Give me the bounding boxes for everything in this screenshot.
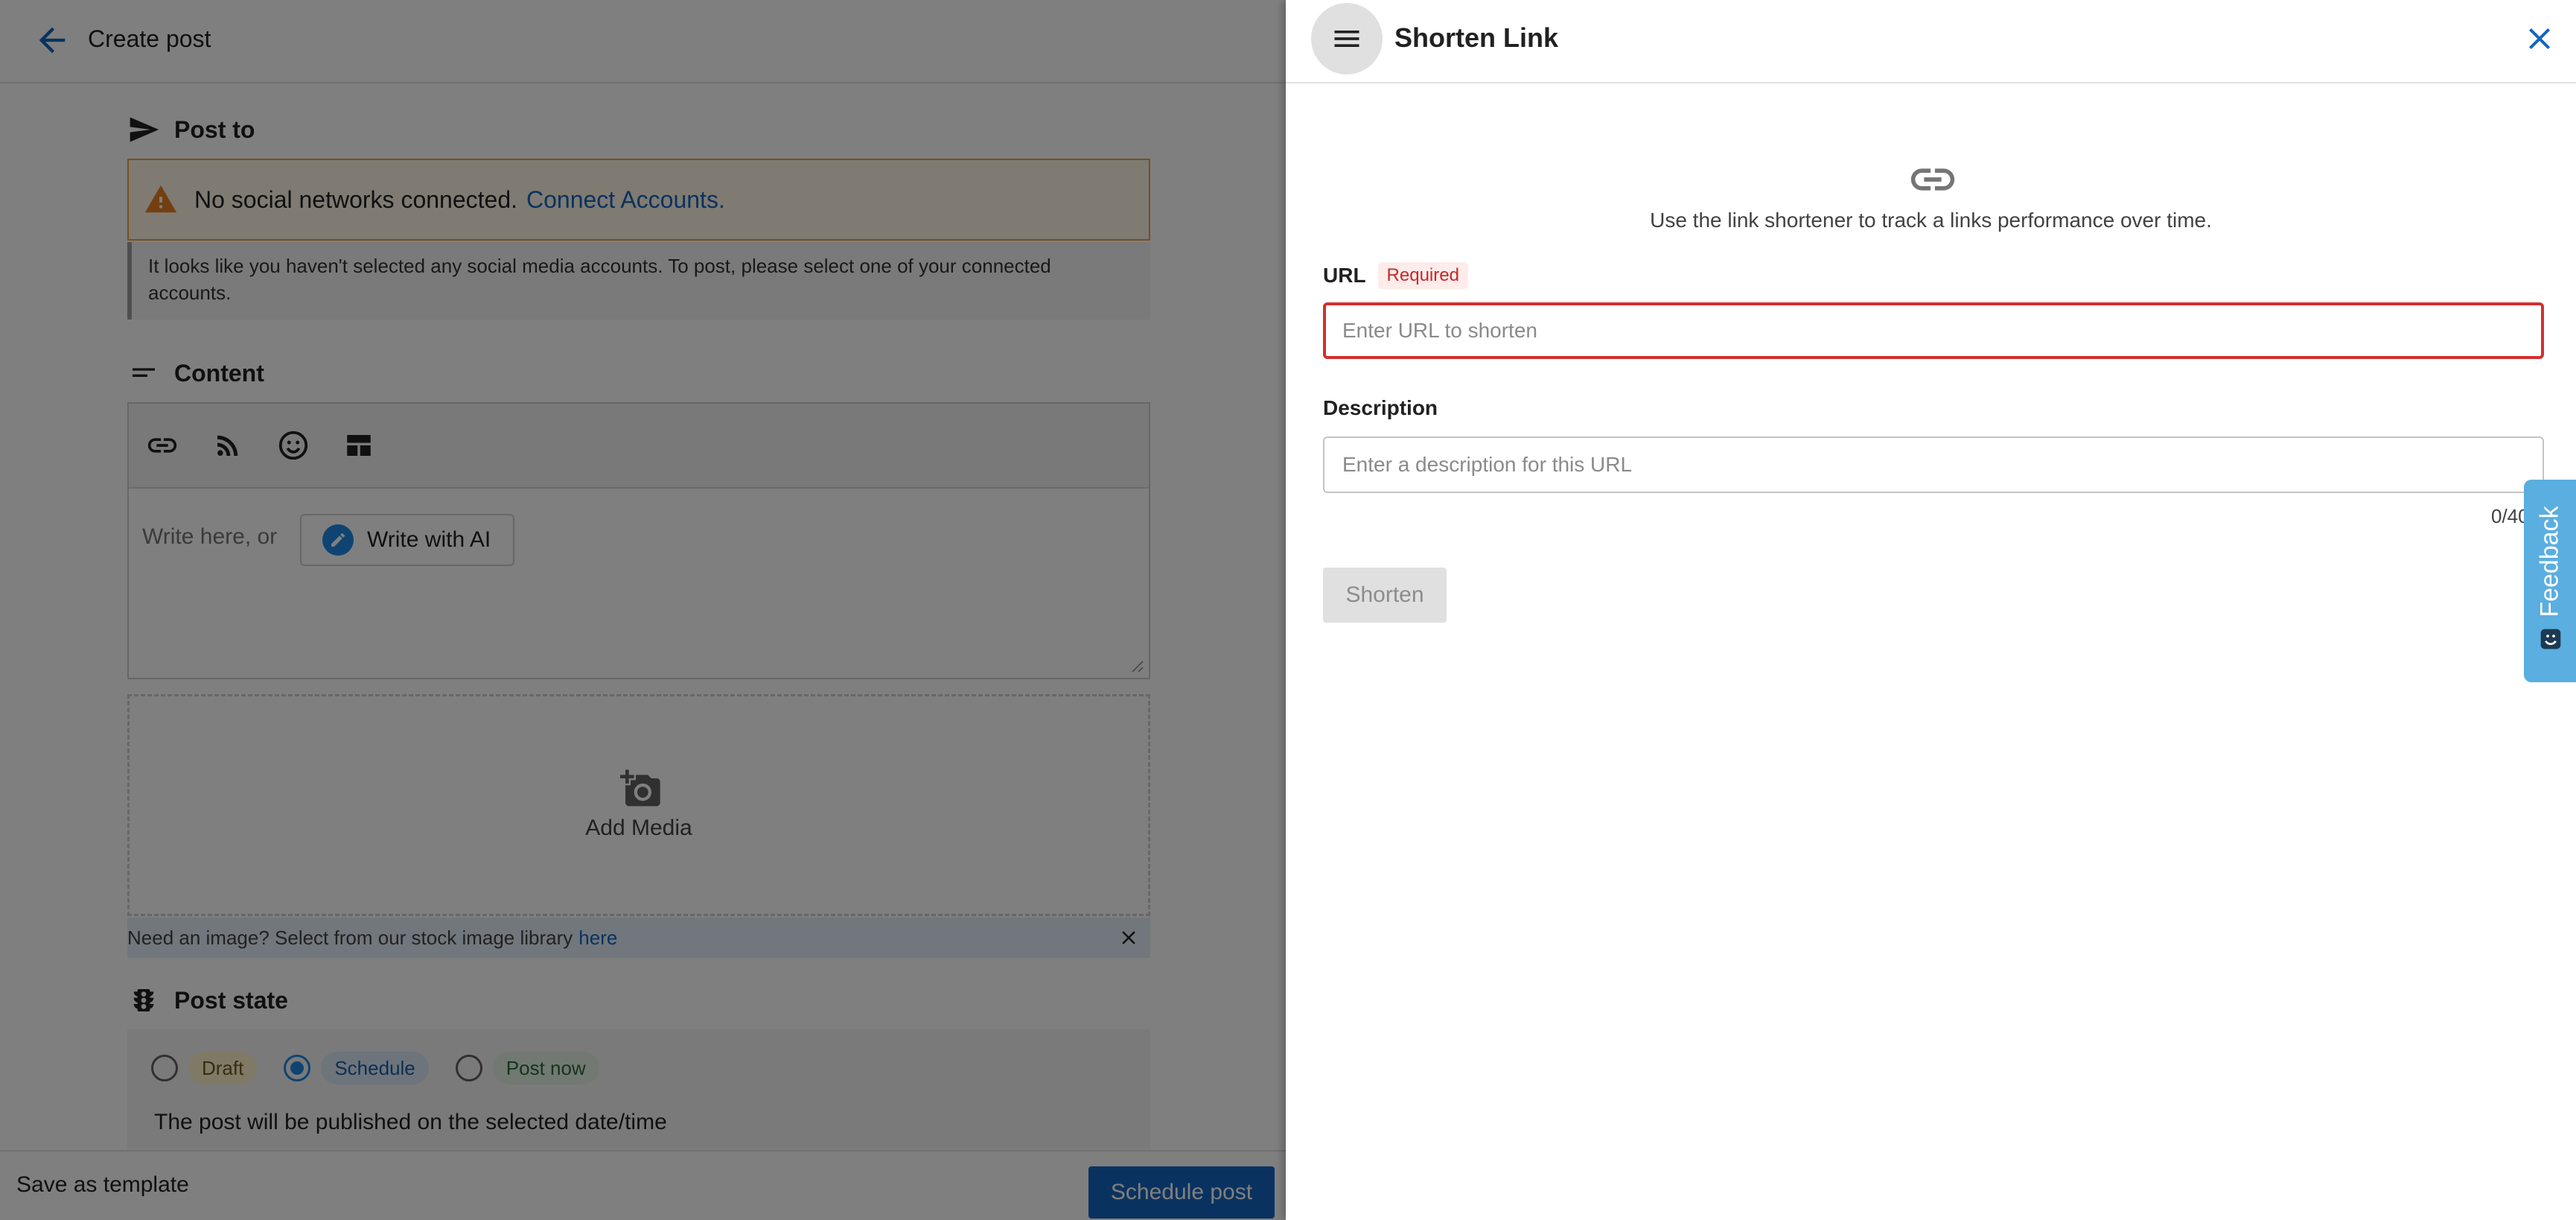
feedback-label: Feedback — [2535, 506, 2564, 617]
modal-overlay[interactable] — [0, 0, 1286, 1220]
menu-icon — [1334, 31, 1359, 47]
panel-intro-text: Use the link shortener to track a links … — [1650, 209, 2212, 232]
link-icon — [1910, 168, 1955, 191]
description-label-row: Description — [1323, 396, 1438, 420]
panel-header: Shorten Link — [1286, 0, 2576, 83]
description-label: Description — [1323, 396, 1438, 419]
close-panel-icon[interactable] — [2522, 21, 2557, 57]
url-input[interactable] — [1323, 302, 2544, 359]
shorten-link-panel: Shorten Link Use the link shortener to t… — [1286, 0, 2576, 1220]
feedback-smile-icon — [2540, 629, 2561, 649]
panel-title: Shorten Link — [1394, 22, 1559, 53]
url-label: URL — [1323, 264, 1366, 287]
feedback-tab[interactable]: Feedback — [2524, 480, 2576, 682]
shorten-button[interactable]: Shorten — [1323, 568, 1447, 623]
create-post-editor: Create post Post to No social networks c… — [0, 0, 1286, 1220]
menu-button[interactable] — [1311, 3, 1383, 74]
required-badge: Required — [1377, 262, 1468, 289]
description-input[interactable] — [1323, 436, 2544, 493]
url-label-row: URL Required — [1323, 262, 1468, 289]
